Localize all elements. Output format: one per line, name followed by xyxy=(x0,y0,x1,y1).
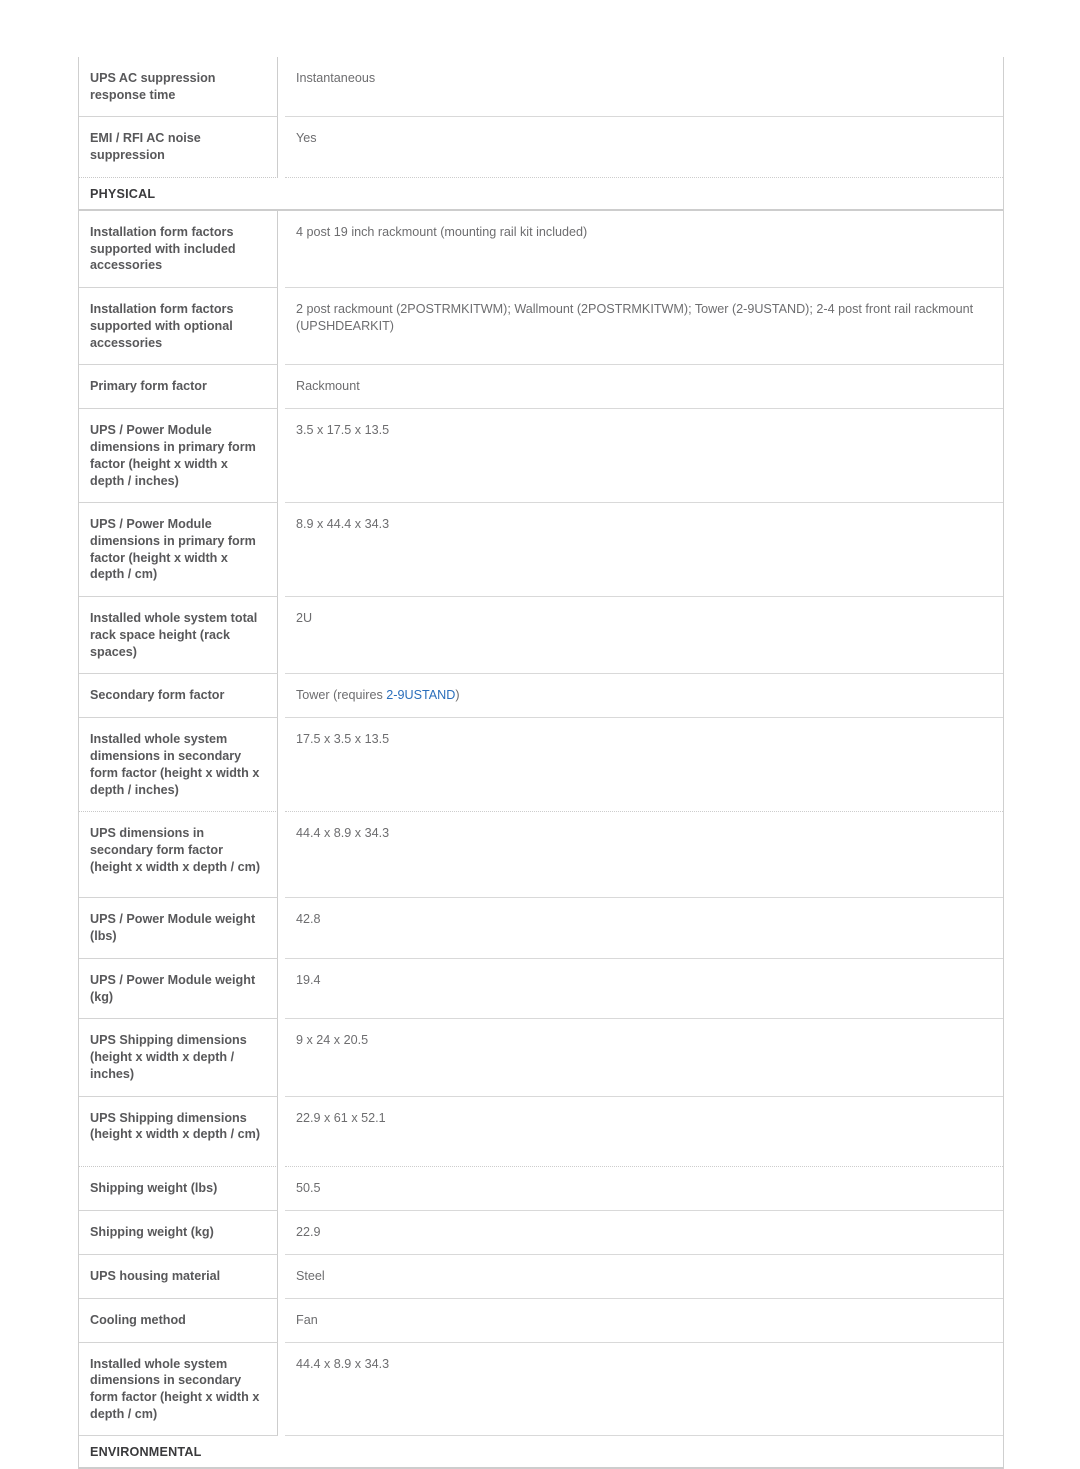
spec-label: Installation form factors supported with… xyxy=(79,288,278,366)
table-row: UPS housing material Steel xyxy=(79,1254,1003,1299)
spec-label: UPS / Power Module weight (kg) xyxy=(79,958,278,1020)
table-row: UPS Shipping dimensions (height x width … xyxy=(79,1019,1003,1097)
spec-value: Fan xyxy=(285,1299,1003,1343)
spec-label: UPS / Power Module dimensions in primary… xyxy=(79,409,278,504)
spec-value: Steel xyxy=(285,1255,1003,1299)
spec-label: Primary form factor xyxy=(79,365,278,410)
spec-value: 42.8 xyxy=(285,898,1003,959)
spec-label: Installed whole system total rack space … xyxy=(79,597,278,675)
spec-value: 19.4 xyxy=(285,959,1003,1020)
spec-value-text-suffix: ) xyxy=(455,688,460,703)
spec-label: Installed whole system dimensions in sec… xyxy=(79,1342,278,1437)
table-row: UPS / Power Module dimensions in primary… xyxy=(79,409,1003,504)
specifications-table: UPS AC suppression response time Instanta… xyxy=(78,57,1004,1469)
section-header: PHYSICAL xyxy=(79,178,1003,211)
spec-value: 9 x 24 x 20.5 xyxy=(285,1019,1003,1097)
spec-label: Shipping weight (kg) xyxy=(79,1210,278,1255)
spec-value: 17.5 x 3.5 x 13.5 xyxy=(285,718,1003,813)
spec-label: Installation form factors supported with… xyxy=(79,210,278,289)
spec-label: UPS Shipping dimensions (height x width … xyxy=(79,1096,278,1167)
table-row: Secondary form factor Tower (requires 2-9… xyxy=(79,674,1003,719)
spec-label: Shipping weight (lbs) xyxy=(79,1166,278,1211)
spec-label: UPS housing material xyxy=(79,1254,278,1299)
table-row: Installed whole system total rack space … xyxy=(79,597,1003,675)
spec-value: 3.5 x 17.5 x 13.5 xyxy=(285,409,1003,504)
spec-value: Tower (requires 2-9USTAND) xyxy=(285,674,1003,719)
table-row: Shipping weight (lbs) 50.5 xyxy=(79,1166,1003,1211)
table-row: EMI / RFI AC noise suppression Yes xyxy=(79,117,1003,178)
spec-value: 2U xyxy=(285,597,1003,675)
spec-label: UPS / Power Module weight (lbs) xyxy=(79,898,278,959)
spec-label: Cooling method xyxy=(79,1298,278,1343)
table-row: Shipping weight (kg) 22.9 xyxy=(79,1210,1003,1255)
accessory-link[interactable]: 2-9USTAND xyxy=(386,688,455,702)
spec-label: UPS AC suppression response time xyxy=(79,57,278,118)
spec-label: EMI / RFI AC noise suppression xyxy=(79,117,278,178)
section-header: ENVIRONMENTAL xyxy=(79,1436,1003,1469)
spec-value-text: Tower (requires xyxy=(296,688,387,703)
spec-value: 44.4 x 8.9 x 34.3 xyxy=(285,812,1003,899)
table-row: Primary form factor Rackmount xyxy=(79,365,1003,410)
table-row: Installed whole system dimensions in sec… xyxy=(79,718,1003,813)
spec-value: Yes xyxy=(285,117,1003,178)
table-row: UPS / Power Module dimensions in primary… xyxy=(79,503,1003,598)
spec-value: 44.4 x 8.9 x 34.3 xyxy=(285,1343,1003,1437)
spec-value: 8.9 x 44.4 x 34.3 xyxy=(285,503,1003,598)
spec-label: UPS Shipping dimensions (height x width … xyxy=(79,1019,278,1097)
spec-value: Rackmount xyxy=(285,365,1003,410)
spec-label: Installed whole system dimensions in sec… xyxy=(79,718,278,813)
table-row: UPS / Power Module weight (lbs) 42.8 xyxy=(79,898,1003,959)
spec-value: 22.9 xyxy=(285,1211,1003,1255)
spec-value: 22.9 x 61 x 52.1 xyxy=(285,1097,1003,1167)
specification-page: UPS AC suppression response time Instanta… xyxy=(0,0,1080,1469)
spec-value: 4 post 19 inch rackmount (mounting rail … xyxy=(285,211,1003,289)
spec-value: 50.5 xyxy=(285,1167,1003,1211)
table-row: Installation form factors supported with… xyxy=(79,210,1003,289)
spec-label: UPS dimensions in secondary form factor … xyxy=(79,812,278,899)
table-row: UPS / Power Module weight (kg) 19.4 xyxy=(79,958,1003,1020)
spec-value: 2 post rackmount (2POSTRMKITWM); Wallmou… xyxy=(285,288,1003,366)
spec-value: Instantaneous xyxy=(285,57,1003,118)
table-row: Installed whole system dimensions in sec… xyxy=(79,1342,1003,1437)
table-row: UPS AC suppression response time Instanta… xyxy=(79,57,1003,118)
table-row: Installation form factors supported with… xyxy=(79,288,1003,366)
spec-label: Secondary form factor xyxy=(79,674,278,719)
table-row: UPS Shipping dimensions (height x width … xyxy=(79,1096,1003,1167)
table-row: Cooling method Fan xyxy=(79,1298,1003,1343)
spec-label: UPS / Power Module dimensions in primary… xyxy=(79,503,278,598)
table-row: UPS dimensions in secondary form factor … xyxy=(79,812,1003,899)
